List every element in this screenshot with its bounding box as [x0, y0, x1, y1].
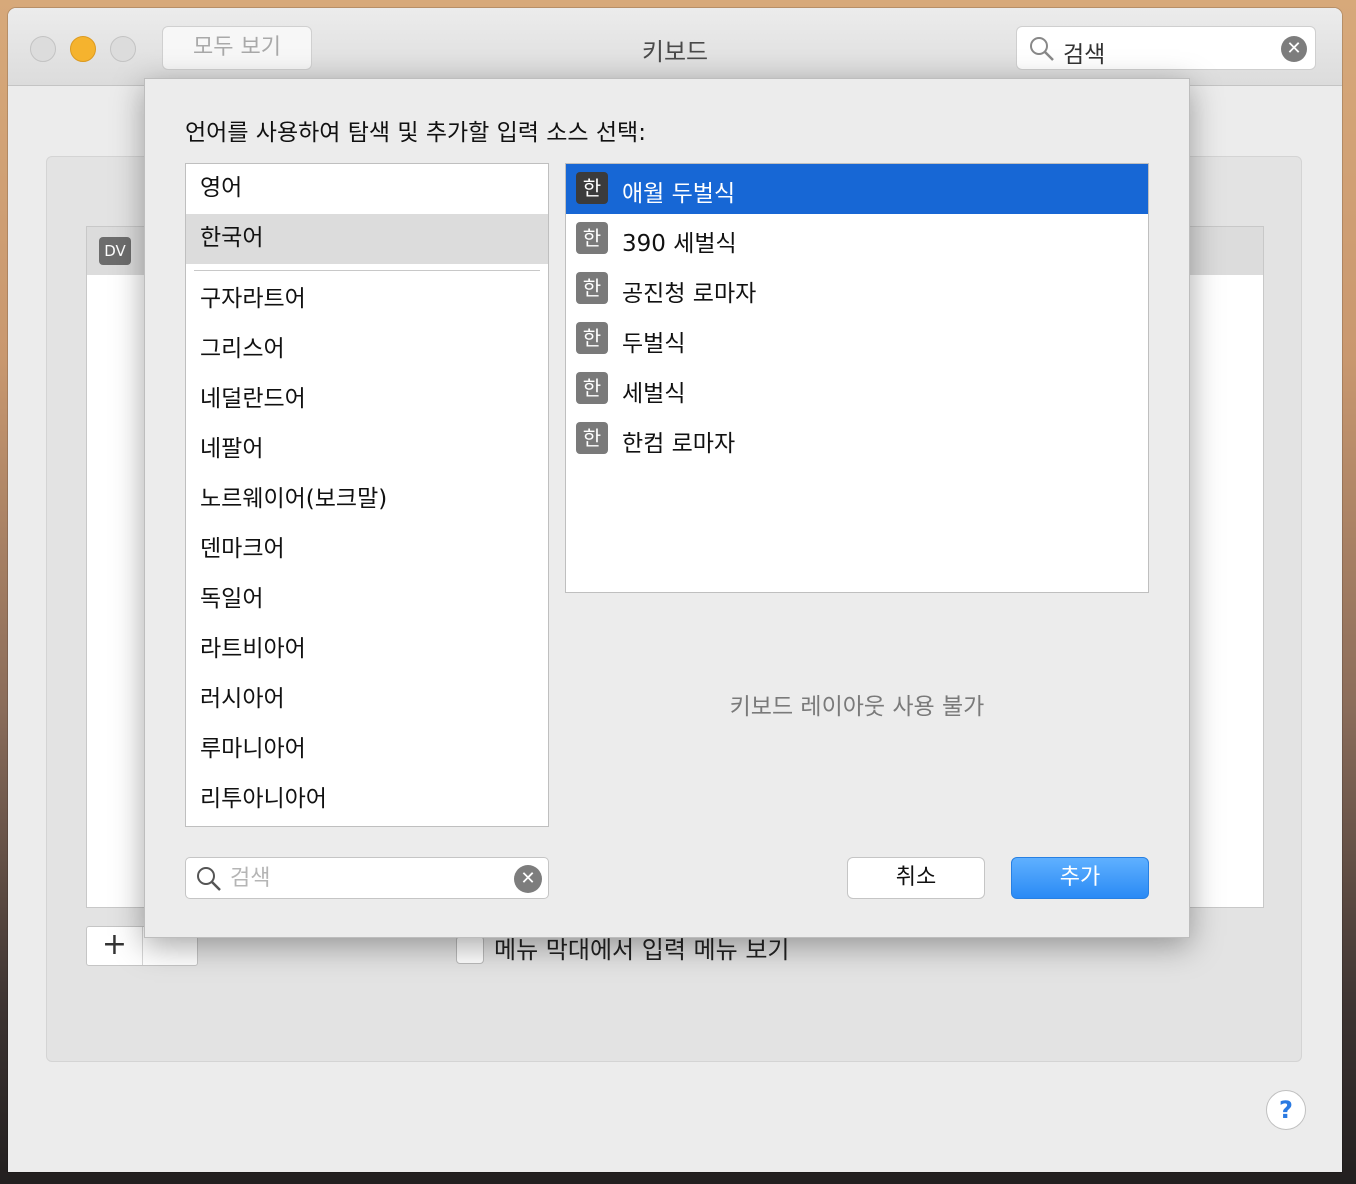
language-item-english[interactable]: 영어 [186, 164, 548, 214]
language-item[interactable]: 라트비아어 [186, 625, 548, 675]
add-button[interactable]: 추가 [1011, 857, 1149, 899]
source-item-selected[interactable]: 한 애월 두벌식 [566, 164, 1148, 214]
language-item[interactable]: 덴마크어 [186, 525, 548, 575]
source-label: 공진청 로마자 [622, 281, 757, 307]
hangul-badge-icon: 한 [576, 222, 608, 254]
search-icon [1030, 37, 1054, 61]
hangul-badge-icon: 한 [576, 422, 608, 454]
clear-search-icon[interactable]: ✕ [514, 865, 542, 893]
language-search-input[interactable] [230, 862, 500, 894]
search-icon [197, 867, 221, 891]
language-item[interactable]: 구자라트어 [186, 275, 548, 325]
language-item[interactable]: 러시아어 [186, 675, 548, 725]
source-label: 세벌식 [622, 381, 686, 407]
source-label: 한컴 로마자 [622, 431, 736, 457]
language-item[interactable]: 리투아니아어 [186, 775, 548, 825]
hangul-badge-icon: 한 [576, 272, 608, 304]
language-list-divider [194, 270, 540, 271]
language-item[interactable]: 루마니아어 [186, 725, 548, 775]
cancel-button[interactable]: 취소 [847, 857, 985, 899]
source-item[interactable]: 한 두벌식 [566, 314, 1148, 364]
title-bar: 모두 보기 키보드 검색 ✕ [8, 8, 1342, 86]
source-label: 두벌식 [622, 331, 686, 357]
input-source-options-list: 한 애월 두벌식 한 390 세벌식 한 공진청 로마자 한 두벌식 한 세벌식… [565, 163, 1149, 593]
add-input-source-sheet: 언어를 사용하여 탐색 및 추가할 입력 소스 선택: 영어 한국어 구자라트어… [144, 78, 1190, 938]
add-input-source-button[interactable]: + [87, 927, 143, 965]
language-item[interactable]: 그리스어 [186, 325, 548, 375]
no-layout-message: 키보드 레이아웃 사용 불가 [729, 694, 985, 720]
language-search-field[interactable]: ✕ [185, 857, 549, 899]
language-item[interactable]: 네덜란드어 [186, 375, 548, 425]
preferences-search-field[interactable]: 검색 ✕ [1016, 26, 1316, 70]
source-item[interactable]: 한 390 세벌식 [566, 214, 1148, 264]
hangul-badge-icon: 한 [576, 172, 608, 204]
language-item[interactable]: 독일어 [186, 575, 548, 625]
language-list: 영어 한국어 구자라트어 그리스어 네덜란드어 네팔어 노르웨이어(보크말) 덴… [185, 163, 549, 827]
source-label: 애월 두벌식 [622, 181, 736, 207]
language-item[interactable]: 노르웨이어(보크말) [186, 475, 548, 525]
source-item[interactable]: 한 한컴 로마자 [566, 414, 1148, 464]
hangul-badge-icon: 한 [576, 322, 608, 354]
search-value: 검색 [1063, 42, 1106, 68]
language-item[interactable]: 네팔어 [186, 425, 548, 475]
dvorak-badge-icon: DV [99, 237, 131, 265]
help-button[interactable]: ? [1266, 1090, 1306, 1130]
hangul-badge-icon: 한 [576, 372, 608, 404]
language-item-korean[interactable]: 한국어 [186, 214, 548, 264]
source-label: 390 세벌식 [622, 231, 737, 257]
clear-search-icon[interactable]: ✕ [1281, 36, 1307, 62]
sheet-prompt: 언어를 사용하여 탐색 및 추가할 입력 소스 선택: [185, 120, 646, 146]
source-item[interactable]: 한 공진청 로마자 [566, 264, 1148, 314]
show-input-menu-checkbox[interactable] [456, 936, 484, 964]
source-item[interactable]: 한 세벌식 [566, 364, 1148, 414]
